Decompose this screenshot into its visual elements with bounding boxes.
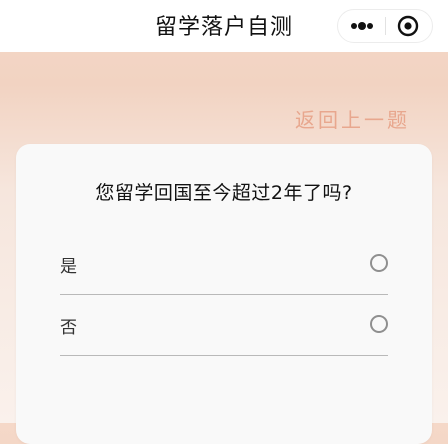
option-label: 否 [60,318,77,338]
option-no[interactable]: 否 [60,299,388,356]
nav-bar: 留学落户自测 [0,0,448,52]
close-circle-icon [397,15,419,37]
question-text: 您留学回国至今超过2年了吗? [95,182,353,204]
radio-button-icon[interactable] [370,315,388,333]
question-card: 您留学回国至今超过2年了吗? 是 否 [16,144,432,444]
back-to-previous-link[interactable]: 返回上一题 [295,104,410,133]
radio-button-icon[interactable] [370,254,388,272]
option-yes[interactable]: 是 [60,238,388,295]
menu-capsule [337,9,433,43]
close-button[interactable] [386,10,432,42]
more-button[interactable] [338,10,385,42]
more-dots-icon [351,22,373,30]
option-label: 是 [60,257,77,277]
